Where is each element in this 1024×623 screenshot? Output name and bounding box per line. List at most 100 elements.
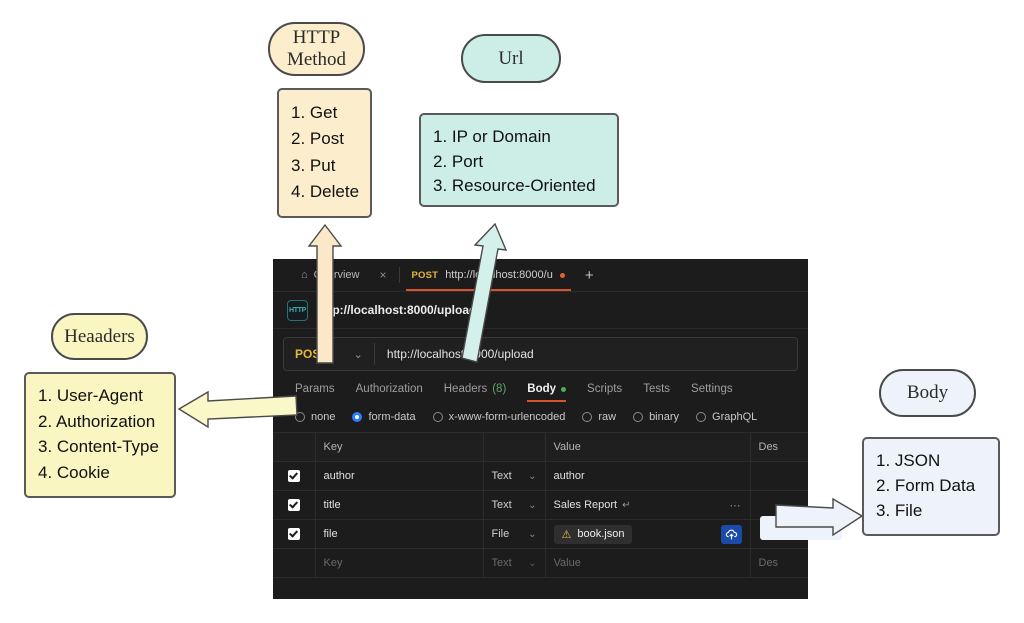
callout-oval-http-method: HTTP Method [268, 22, 365, 76]
tab-request-method: POST [411, 269, 439, 281]
url-input[interactable]: http://localhost:8000/upload [375, 347, 534, 361]
table-row-placeholder[interactable]: Key Text ⌄ Value Des [273, 548, 808, 578]
callout-list-url: 1. IP or Domain 2. Port 3. Resource-Orie… [419, 113, 619, 207]
radio-graphql-circle [696, 412, 707, 422]
list-item: 2. Form Data [876, 476, 976, 496]
tab-settings-label: Settings [691, 383, 733, 395]
tab-params[interactable]: Params [295, 383, 335, 402]
headers-count: (8) [492, 383, 507, 395]
radio-urlencoded-circle [432, 412, 443, 422]
tab-overview[interactable]: ⌂ Overview × [291, 259, 397, 291]
radio-urlencoded-label: x-www-form-urlencoded [448, 411, 566, 423]
tab-body[interactable]: Body [527, 383, 567, 402]
radio-binary-circle [633, 412, 644, 422]
radio-none-circle [295, 412, 305, 422]
radio-raw[interactable]: raw [582, 411, 616, 423]
table-row[interactable]: title Text ⌄ Sales Report ↵ ⋯ [273, 490, 808, 520]
row-key-author[interactable]: author [315, 461, 484, 491]
row-checkbox-title[interactable] [273, 490, 316, 520]
tab-scripts[interactable]: Scripts [587, 383, 622, 402]
th-type [483, 433, 546, 462]
tab-request[interactable]: POST http://localhost:8000/u [402, 259, 575, 291]
table-header-row: Key Value Des [273, 433, 808, 462]
tab-tests-label: Tests [643, 383, 671, 395]
row-value-title[interactable]: Sales Report ↵ ⋯ [545, 490, 751, 520]
placeholder-checkbox[interactable] [273, 548, 316, 578]
row-checkbox-author[interactable] [273, 461, 316, 491]
tab-settings[interactable]: Settings [691, 383, 733, 402]
placeholder-key[interactable]: Key [315, 548, 484, 578]
row-value-file[interactable]: ⚠ book.json [545, 519, 751, 549]
tab-divider [398, 267, 400, 283]
list-item: 4. Delete [291, 182, 360, 202]
tab-tests[interactable]: Tests [643, 383, 670, 402]
radio-binary[interactable]: binary [633, 411, 679, 423]
tab-request-url: http://localhost:8000/u [445, 269, 553, 281]
placeholder-type[interactable]: Text ⌄ [483, 548, 546, 578]
method-select[interactable]: POST ⌄ [284, 347, 374, 361]
form-data-table: Key Value Des author Text ⌄ author title… [273, 433, 808, 578]
callout-oval-body-label: Body [906, 382, 949, 404]
list-item: 2. Post [291, 129, 344, 149]
row-type-author[interactable]: Text ⌄ [483, 461, 546, 491]
new-tab-button[interactable]: + [575, 259, 604, 291]
th-key: Key [315, 433, 484, 462]
list-item: 1. IP or Domain [433, 127, 551, 146]
section-tabs: Params Authorization Headers (8) Body Sc… [273, 377, 808, 402]
list-item: 3. Resource-Oriented [433, 176, 596, 196]
tab-body-label: Body [527, 383, 557, 395]
list-item: 3. File [876, 501, 923, 521]
radio-binary-label: binary [649, 411, 680, 423]
warning-icon: ⚠ [561, 528, 572, 541]
body-type-radio-group: none form-data x-www-form-urlencoded raw… [273, 402, 808, 433]
radio-form-data[interactable]: form-data [352, 411, 416, 423]
radio-raw-circle [582, 412, 593, 422]
callout-oval-http-method-label: HTTP Method [286, 27, 347, 70]
radio-raw-label: raw [598, 411, 617, 423]
url-bar: POST ⌄ http://localhost:8000/upload [283, 337, 798, 371]
placeholder-type-value: Text [491, 557, 512, 569]
table-row[interactable]: author Text ⌄ author [273, 461, 808, 491]
row-key-file[interactable]: file [315, 519, 484, 549]
list-item: 1. User-Agent [38, 386, 143, 406]
tab-headers[interactable]: Headers (8) [444, 383, 507, 402]
file-chip[interactable]: ⚠ book.json [553, 524, 633, 544]
row-overflow-icon[interactable]: ⋯ [730, 499, 742, 512]
upload-cloud-icon[interactable] [720, 524, 742, 544]
callout-oval-url-label: Url [498, 47, 524, 69]
row-type-file[interactable]: File ⌄ [483, 519, 546, 549]
callout-list-body: 1. JSON 2. Form Data 3. File [862, 437, 1000, 536]
breadcrumb-text: http://localhost:8000/upload [317, 303, 477, 317]
chevron-down-icon: ⌄ [528, 557, 537, 569]
row-type-title[interactable]: Text ⌄ [483, 490, 546, 520]
checkbox-icon [287, 528, 300, 541]
chevron-down-icon: ⌄ [528, 528, 537, 540]
body-active-dot-icon [561, 386, 567, 392]
tab-headers-label: Headers [443, 383, 488, 395]
radio-graphql[interactable]: GraphQL [696, 411, 757, 423]
list-item: 3. Content-Type [38, 437, 159, 457]
callout-oval-url: Url [461, 34, 561, 83]
radio-urlencoded[interactable]: x-www-form-urlencoded [432, 411, 566, 423]
callout-oval-headers: Heaaders [51, 313, 148, 360]
list-item: 1. JSON [876, 451, 941, 471]
tab-authorization-label: Authorization [355, 383, 423, 395]
row-checkbox-file[interactable] [273, 519, 316, 549]
tab-scripts-label: Scripts [587, 383, 623, 395]
row-key-title[interactable]: title [315, 490, 484, 520]
row-value-author[interactable]: author [545, 461, 751, 491]
radio-none[interactable]: none [295, 411, 335, 423]
table-row[interactable]: file File ⌄ ⚠ book.json [273, 519, 808, 549]
chevron-down-icon: ⌄ [528, 470, 537, 482]
placeholder-desc[interactable]: Des [750, 548, 808, 578]
radio-form-data-label: form-data [368, 411, 416, 423]
list-item: 4. Cookie [38, 462, 110, 482]
close-icon[interactable]: × [380, 268, 387, 282]
tab-authorization[interactable]: Authorization [356, 383, 423, 402]
row-type-file-value: File [491, 528, 510, 540]
th-description: Des [750, 433, 808, 462]
row-desc-author[interactable] [750, 461, 808, 491]
placeholder-value[interactable]: Value [545, 548, 751, 578]
request-bar: POST ⌄ http://localhost:8000/upload [273, 329, 808, 377]
home-icon: ⌂ [301, 269, 308, 281]
